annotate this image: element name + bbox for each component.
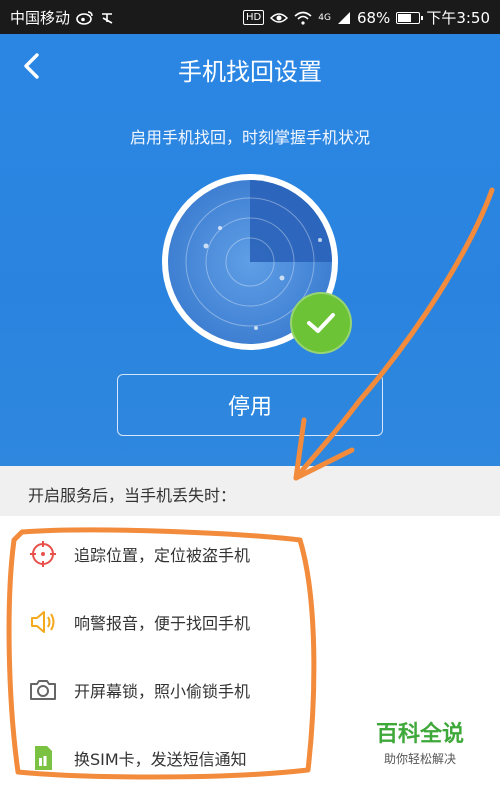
eye-icon: [270, 12, 289, 23]
section-header: 开启服务后，当手机丢失时：: [0, 466, 500, 516]
check-badge: [290, 292, 352, 354]
wifi-icon: [294, 11, 312, 25]
weibo-icon: [76, 10, 93, 25]
watermark-title: 百科全说: [375, 722, 464, 747]
checkmark-icon: [307, 313, 335, 333]
sim-card-icon: [35, 746, 52, 770]
hd-badge: HD: [243, 10, 265, 25]
watermark-subtitle: 助你轻松解决: [383, 752, 456, 766]
feature-item-locate: 追踪位置，定位被盗手机: [0, 520, 500, 588]
crosshair-icon: [30, 541, 56, 567]
feature-label: 响警报音，便于找回手机: [74, 614, 251, 633]
battery-percent: 68%: [356, 8, 391, 27]
battery-icon: [396, 11, 424, 24]
feature-item-alarm: 响警报音，便于找回手机: [0, 588, 500, 656]
disable-button[interactable]: 停用: [117, 374, 383, 436]
clock: 下午3:50: [426, 9, 490, 27]
signal-icon: [337, 11, 350, 24]
feature-label: 换SIM卡，发送短信通知: [74, 750, 247, 769]
carrier-text: 中国移动: [10, 9, 71, 27]
feature-label: 追踪位置，定位被盗手机: [74, 546, 251, 565]
feature-item-lock: 开屏幕锁，照小偷锁手机: [0, 656, 500, 724]
watermark: 百科全说 助你轻松解决: [360, 716, 480, 767]
feature-label: 开屏幕锁，照小偷锁手机: [74, 682, 251, 701]
network-type: 4G: [318, 12, 331, 23]
section-heading: 开启服务后，当手机丢失时：: [28, 486, 237, 505]
hero-panel: 启用手机找回，时刻掌握手机状况 停用: [0, 100, 500, 466]
status-bar: 中国移动 HD 4G 68% 下午3:50: [0, 0, 500, 34]
camera-icon: [30, 680, 56, 700]
notification-icon: [102, 12, 113, 24]
app-header: 手机找回设置: [0, 34, 500, 100]
page-title: 手机找回设置: [178, 58, 322, 86]
speaker-icon: [31, 611, 55, 633]
hero-subtitle: 启用手机找回，时刻掌握手机状况: [129, 128, 370, 147]
